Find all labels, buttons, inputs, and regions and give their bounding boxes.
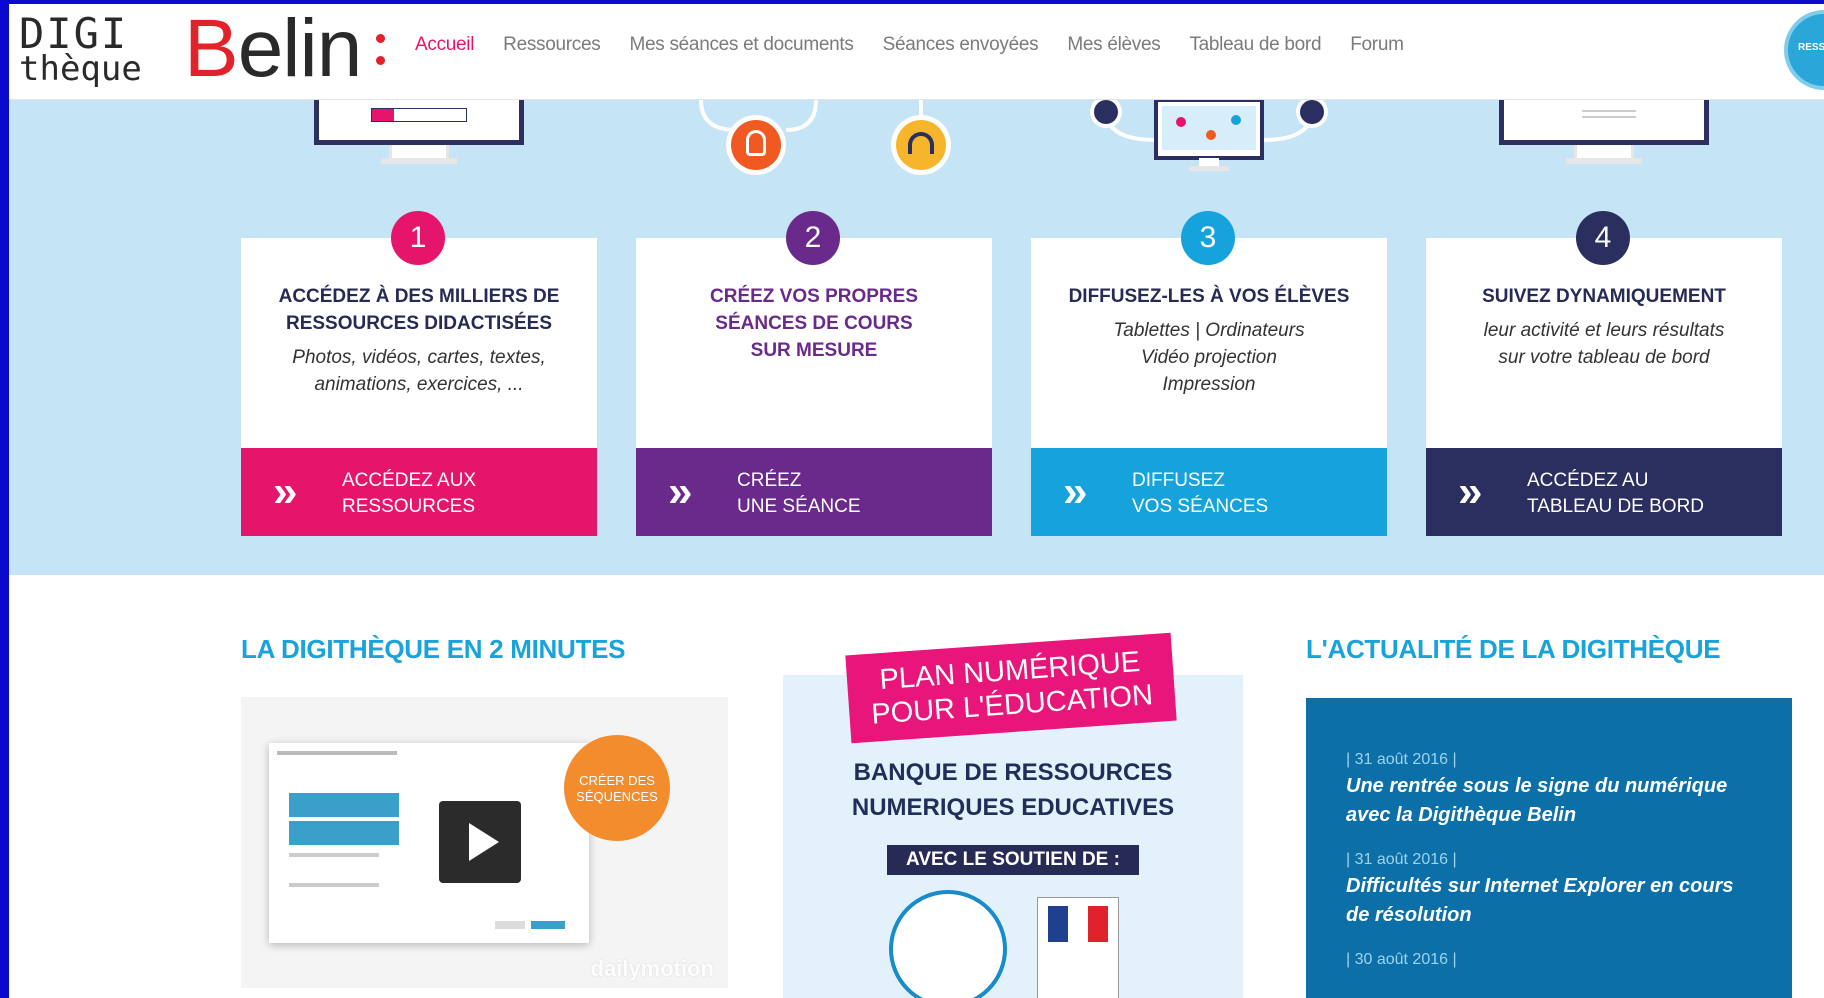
- logo-belin-rest: elin: [237, 4, 363, 94]
- news-item[interactable]: | 31 août 2016 | Une rentrée sous le sig…: [1346, 750, 1752, 830]
- double-chevron-icon: »: [1458, 467, 1483, 516]
- nav-seances-envoyees[interactable]: Séances envoyées: [883, 34, 1039, 56]
- feature-card-share: 3 DIFFUSEZ-LES À VOS ÉLÈVES Tablettes | …: [1031, 100, 1387, 536]
- cta-line-1: CRÉEZ: [737, 470, 802, 491]
- plan-numerique-banner[interactable]: PLAN NUMÉRIQUE POUR L'ÉDUCATION BANQUE D…: [783, 632, 1243, 998]
- french-flag-icon: [1048, 906, 1108, 942]
- news-item[interactable]: | 31 août 2016 | Difficultés sur Interne…: [1346, 850, 1752, 930]
- cta-line-1: ACCÉDEZ AUX: [342, 470, 477, 491]
- card-sub-line: animations, exercices, ...: [314, 374, 524, 395]
- card-title: DIFFUSEZ-LES À VOS ÉLÈVES: [1031, 283, 1387, 310]
- cta-line-2: VOS SÉANCES: [1132, 496, 1269, 517]
- step-number-3: 3: [1181, 211, 1235, 265]
- banque-ressources-text: BANQUE DE RESSOURCES NUMERIQUES EDUCATIV…: [783, 755, 1243, 825]
- card-title-line: RESSOURCES DIDACTISÉES: [285, 313, 553, 334]
- bank-line: NUMERIQUES EDUCATIVES: [851, 794, 1175, 821]
- cta-line-1: ACCÉDEZ AU: [1527, 470, 1649, 491]
- digitheque-belin-logo[interactable]: DIGI thèque Belin: [19, 4, 399, 94]
- card-sub-line: Impression: [1162, 374, 1256, 395]
- card-title: CRÉEZ VOS PROPRES SÉANCES DE COURS SUR M…: [636, 283, 992, 364]
- double-chevron-icon: »: [273, 467, 298, 516]
- news-date: | 31 août 2016 |: [1346, 751, 1457, 768]
- feature-card-resources: 1 ACCÉDEZ À DES MILLIERS DE RESSOURCES D…: [241, 100, 597, 536]
- monitor-icon: [314, 100, 524, 145]
- plan-numerique-label: PLAN NUMÉRIQUE POUR L'ÉDUCATION: [845, 632, 1177, 744]
- cta-line-2: TABLEAU DE BORD: [1527, 496, 1705, 517]
- logo-digi: DIGI: [19, 9, 129, 58]
- cta-line-2: UNE SÉANCE: [737, 496, 861, 517]
- feature-card-create: 2 CRÉEZ VOS PROPRES SÉANCES DE COURS SUR…: [636, 100, 992, 536]
- creer-seance-button[interactable]: » CRÉEZ UNE SÉANCE: [636, 448, 992, 536]
- nav-mes-eleves[interactable]: Mes élèves: [1067, 34, 1160, 56]
- card-title-line: ACCÉDEZ À DES MILLIERS DE: [278, 286, 560, 307]
- cta-line-1: DIFFUSEZ: [1132, 470, 1225, 491]
- logo-theque: thèque: [19, 49, 142, 89]
- logo-belin: Belin: [184, 4, 363, 94]
- news-date: | 31 août 2016 |: [1346, 851, 1457, 868]
- bubble-line: SÉQUENCES: [576, 789, 658, 804]
- intro-video-player[interactable]: CRÉER DES SÉQUENCES dailymotion: [241, 697, 728, 988]
- monitor-icon: [1499, 100, 1709, 145]
- avec-le-soutien-label: AVEC LE SOUTIEN DE :: [887, 845, 1139, 875]
- news-section-title: L'ACTUALITÉ DE LA DIGITHÈQUE: [1306, 634, 1721, 664]
- logo-colon: [376, 34, 386, 68]
- site-header: DIGI thèque Belin Accueil Ressources Mes…: [9, 4, 1824, 100]
- card-title-line: DIFFUSEZ-LES À VOS ÉLÈVES: [1068, 286, 1350, 307]
- cta-line-2: RESSOURCES: [342, 496, 476, 517]
- ministere-education-logo: [1037, 897, 1119, 998]
- bank-line: BANQUE DE RESSOURCES: [853, 759, 1173, 786]
- nav-forum[interactable]: Forum: [1350, 34, 1404, 56]
- hand-pointer-icon: [746, 130, 766, 156]
- video-section-title: LA DIGITHÈQUE EN 2 MINUTES: [241, 634, 626, 664]
- news-item[interactable]: | 30 août 2016 |: [1346, 950, 1752, 970]
- news-title[interactable]: Difficultés sur Internet Explorer en cou…: [1346, 872, 1752, 930]
- badge-text: RESS NUM: [1798, 42, 1824, 53]
- card-title: ACCÉDEZ À DES MILLIERS DE RESSOURCES DID…: [241, 283, 597, 337]
- nav-accueil[interactable]: Accueil: [415, 34, 474, 56]
- video-thumbnail-screen: [269, 743, 589, 943]
- logo-belin-b: B: [184, 4, 239, 94]
- diffuser-seances-button[interactable]: » DIFFUSEZ VOS SÉANCES: [1031, 448, 1387, 536]
- card-sub-line: leur activité et leurs résultats: [1483, 320, 1725, 341]
- card-subtitle: leur activité et leurs résultats sur vot…: [1426, 317, 1782, 371]
- card-subtitle: Photos, vidéos, cartes, textes, animatio…: [241, 344, 597, 398]
- card-title-line: SÉANCES DE COURS: [715, 313, 913, 334]
- nav-mes-seances[interactable]: Mes séances et documents: [629, 34, 853, 56]
- creer-sequences-bubble: CRÉER DES SÉQUENCES: [564, 735, 670, 841]
- card-subtitle: Tablettes | Ordinateurs Vidéo projection…: [1031, 317, 1387, 398]
- news-date: | 30 août 2016 |: [1346, 951, 1457, 968]
- dailymotion-watermark: dailymotion: [590, 956, 714, 981]
- step-number-4: 4: [1576, 211, 1630, 265]
- card-sub-line: Photos, vidéos, cartes, textes,: [292, 347, 546, 368]
- card-sub-line: Vidéo projection: [1141, 347, 1277, 368]
- card-title-line: CRÉEZ VOS PROPRES: [710, 286, 918, 307]
- card-sub-line: sur votre tableau de bord: [1498, 347, 1710, 368]
- card-title-line: SUR MESURE: [750, 340, 878, 361]
- news-title[interactable]: Une rentrée sous le signe du numérique a…: [1346, 772, 1752, 830]
- feature-card-track: 4 SUIVEZ DYNAMIQUEMENT leur activité et …: [1426, 100, 1782, 536]
- main-nav: Accueil Ressources Mes séances et docume…: [415, 34, 1433, 56]
- step-number-2: 2: [786, 211, 840, 265]
- card-sub-line: Tablettes | Ordinateurs: [1113, 320, 1305, 341]
- nav-tableau-de-bord[interactable]: Tableau de bord: [1189, 34, 1321, 56]
- investissements-avenir-logo: [889, 890, 1007, 998]
- double-chevron-icon: »: [1063, 467, 1088, 516]
- nav-ressources[interactable]: Ressources: [503, 34, 601, 56]
- step-number-1: 1: [391, 211, 445, 265]
- card-title-line: SUIVEZ DYNAMIQUEMENT: [1482, 286, 1726, 307]
- play-icon[interactable]: [439, 801, 521, 883]
- headphones-icon: [908, 132, 934, 154]
- page: DIGI thèque Belin Accueil Ressources Mes…: [9, 4, 1824, 998]
- acceder-ressources-button[interactable]: » ACCÉDEZ AUX RESSOURCES: [241, 448, 597, 536]
- bubble-line: CRÉER DES: [579, 773, 655, 788]
- double-chevron-icon: »: [668, 467, 693, 516]
- acceder-tableau-de-bord-button[interactable]: » ACCÉDEZ AU TABLEAU DE BORD: [1426, 448, 1782, 536]
- news-panel: | 31 août 2016 | Une rentrée sous le sig…: [1306, 698, 1792, 998]
- features-band: 1 ACCÉDEZ À DES MILLIERS DE RESSOURCES D…: [9, 100, 1824, 575]
- card-title: SUIVEZ DYNAMIQUEMENT: [1426, 283, 1782, 310]
- ressources-numeriques-badge[interactable]: RESS NUM: [1784, 10, 1824, 90]
